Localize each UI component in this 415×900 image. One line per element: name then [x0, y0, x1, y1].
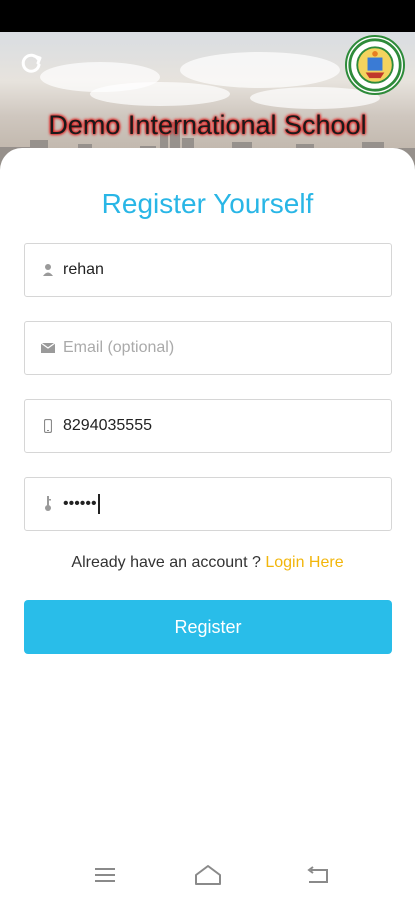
name-field[interactable]: rehan — [24, 243, 392, 297]
school-logo — [345, 35, 405, 95]
phone-value: 8294035555 — [63, 417, 152, 434]
phone-field[interactable]: 8294035555 — [24, 399, 392, 453]
refresh-icon[interactable] — [18, 50, 44, 76]
phone-icon — [41, 418, 55, 434]
login-here-link[interactable]: Login Here — [265, 554, 343, 571]
system-nav-bar — [0, 850, 415, 900]
name-value: rehan — [63, 261, 104, 278]
mail-icon — [41, 340, 55, 356]
menu-icon[interactable] — [90, 862, 120, 888]
text-caret — [97, 494, 100, 514]
status-bar — [0, 0, 415, 32]
email-placeholder: Email (optional) — [63, 339, 175, 356]
back-icon[interactable] — [302, 862, 332, 888]
person-icon — [41, 262, 55, 278]
email-field[interactable]: Email (optional) — [24, 321, 392, 375]
school-name: Demo International School — [48, 110, 367, 140]
key-icon — [41, 496, 55, 512]
home-icon[interactable] — [193, 862, 223, 888]
account-prompt-line: Already have an account ? Login Here — [0, 554, 415, 572]
password-field[interactable]: •••••• — [24, 477, 392, 531]
account-prompt: Already have an account ? — [71, 554, 261, 571]
page-title: Register Yourself — [101, 188, 314, 219]
register-button[interactable]: Register — [24, 600, 392, 654]
password-value: •••••• — [63, 495, 97, 512]
